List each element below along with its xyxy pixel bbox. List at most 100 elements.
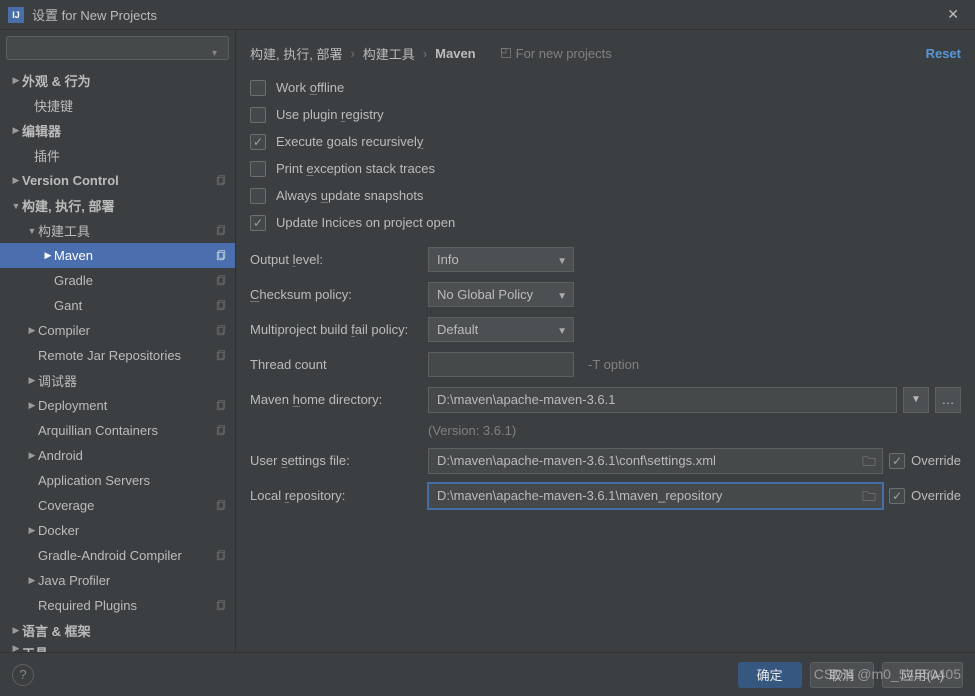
- checksum-policy-select[interactable]: No Global Policy▼: [428, 282, 574, 307]
- search-input[interactable]: [6, 36, 229, 60]
- sidebar-item-label: Remote Jar Repositories: [38, 348, 215, 363]
- maven-home-input[interactable]: D:\maven\apache-maven-3.6.1: [428, 387, 897, 413]
- sidebar-item[interactable]: ▶Android: [0, 443, 235, 468]
- sidebar-item[interactable]: ▶工具: [0, 643, 235, 652]
- sidebar-item[interactable]: ▶Java Profiler: [0, 568, 235, 593]
- folder-icon[interactable]: [862, 454, 876, 468]
- sidebar-item[interactable]: ▶语言 & 框架: [0, 618, 235, 643]
- sidebar-item-label: Java Profiler: [38, 573, 227, 588]
- settings-tree: ▶外观 & 行为快捷键▶编辑器插件▶Version Control▼构建, 执行…: [0, 68, 235, 652]
- chevron-right-icon: ▶: [26, 325, 38, 336]
- sidebar-item-label: 快捷键: [34, 96, 227, 115]
- sidebar-item[interactable]: ▶Deployment: [0, 393, 235, 418]
- checkbox-icon: [250, 161, 266, 177]
- user-settings-input[interactable]: D:\maven\apache-maven-3.6.1\conf\setting…: [428, 448, 883, 474]
- sidebar-item-label: 语言 & 框架: [22, 621, 227, 640]
- checkbox-icon: [889, 488, 905, 504]
- sidebar-item-label: 插件: [34, 146, 227, 165]
- sidebar-item[interactable]: ▶调试器: [0, 368, 235, 393]
- sidebar-item[interactable]: Gradle: [0, 268, 235, 293]
- crumb-2: Maven: [435, 46, 475, 61]
- thread-hint: -T option: [588, 357, 639, 372]
- checkbox-icon: [250, 188, 266, 204]
- crumb-1[interactable]: 构建工具: [363, 44, 415, 63]
- chevron-right-icon: ▶: [26, 375, 38, 386]
- apply-button[interactable]: 应用(A): [882, 662, 963, 688]
- sidebar: ▾ ▶外观 & 行为快捷键▶编辑器插件▶Version Control▼构建, …: [0, 30, 236, 652]
- sidebar-item-label: Deployment: [38, 398, 215, 413]
- maven-home-label: Maven home directory:: [250, 392, 428, 407]
- sidebar-item[interactable]: Remote Jar Repositories: [0, 343, 235, 368]
- ok-button[interactable]: 确定: [738, 662, 802, 688]
- checkbox-icon: [250, 134, 266, 150]
- sidebar-item[interactable]: ▶外观 & 行为: [0, 68, 235, 93]
- use-plugin-registry-checkbox[interactable]: Use plugin registry: [250, 101, 961, 128]
- local-repository-override-checkbox[interactable]: Override: [889, 488, 961, 504]
- multiproject-fail-select[interactable]: Default▼: [428, 317, 574, 342]
- per-project-icon: [215, 425, 227, 437]
- reset-link[interactable]: Reset: [926, 46, 961, 61]
- cancel-button[interactable]: 取消: [810, 662, 874, 688]
- local-repository-input[interactable]: D:\maven\apache-maven-3.6.1\maven_reposi…: [428, 483, 883, 509]
- output-level-select[interactable]: Info▼: [428, 247, 574, 272]
- app-icon: IJ: [8, 7, 24, 23]
- sidebar-item-label: Gradle: [54, 273, 215, 288]
- close-icon[interactable]: ✕: [939, 6, 967, 23]
- sidebar-item-label: Android: [38, 448, 227, 463]
- help-button[interactable]: ?: [12, 664, 34, 686]
- chevron-down-icon: ▼: [557, 326, 567, 337]
- sidebar-item[interactable]: ▶Maven: [0, 243, 235, 268]
- chevron-down-icon: ▼: [26, 226, 38, 236]
- sidebar-item[interactable]: ▶编辑器: [0, 118, 235, 143]
- chevron-right-icon: ▶: [10, 175, 22, 186]
- thread-count-input[interactable]: [428, 352, 574, 377]
- user-settings-override-checkbox[interactable]: Override: [889, 453, 961, 469]
- sidebar-item[interactable]: ▼构建, 执行, 部署: [0, 193, 235, 218]
- maven-home-dropdown-button[interactable]: ▼: [903, 387, 929, 413]
- sidebar-item-label: 工具: [22, 643, 227, 652]
- chevron-down-icon: ▼: [911, 394, 921, 405]
- sidebar-item[interactable]: ▶Version Control: [0, 168, 235, 193]
- thread-count-label: Thread count: [250, 357, 428, 372]
- chevron-right-icon: ▶: [26, 450, 38, 461]
- per-project-icon: [215, 325, 227, 337]
- dialog-footer: ? 确定 取消 应用(A): [0, 652, 975, 696]
- sidebar-item[interactable]: Gant: [0, 293, 235, 318]
- sidebar-item[interactable]: Required Plugins: [0, 593, 235, 618]
- sidebar-item[interactable]: 快捷键: [0, 93, 235, 118]
- folder-icon[interactable]: [862, 489, 876, 503]
- sidebar-item[interactable]: ▼构建工具: [0, 218, 235, 243]
- sidebar-item[interactable]: ▶Compiler: [0, 318, 235, 343]
- sidebar-item[interactable]: Arquillian Containers: [0, 418, 235, 443]
- checkbox-icon: [250, 107, 266, 123]
- checkbox-icon: [250, 215, 266, 231]
- sidebar-item[interactable]: Coverage: [0, 493, 235, 518]
- per-project-icon: [215, 175, 227, 187]
- checksum-policy-label: Checksum policy:: [250, 287, 428, 302]
- sidebar-item[interactable]: ▶Docker: [0, 518, 235, 543]
- main-panel: 构建, 执行, 部署 › 构建工具 › Maven For new projec…: [236, 30, 975, 652]
- sidebar-item-label: 构建, 执行, 部署: [22, 196, 227, 215]
- search-options-icon[interactable]: ▾: [212, 48, 217, 59]
- chevron-right-icon: ▶: [10, 625, 22, 636]
- print-exception-checkbox[interactable]: Print exception stack traces: [250, 155, 961, 182]
- per-project-icon: [215, 400, 227, 412]
- execute-goals-checkbox[interactable]: Execute goals recursively: [250, 128, 961, 155]
- sidebar-item[interactable]: Gradle-Android Compiler: [0, 543, 235, 568]
- chevron-right-icon: ▶: [26, 400, 38, 411]
- maven-home-browse-button[interactable]: …: [935, 387, 961, 413]
- sidebar-item[interactable]: Application Servers: [0, 468, 235, 493]
- update-indices-checkbox[interactable]: Update Incices on project open: [250, 209, 961, 236]
- sidebar-item-label: Arquillian Containers: [38, 423, 215, 438]
- work-offline-checkbox[interactable]: Work offline: [250, 74, 961, 101]
- checkbox-icon: [250, 80, 266, 96]
- per-project-icon: [215, 550, 227, 562]
- crumb-0[interactable]: 构建, 执行, 部署: [250, 44, 342, 63]
- sidebar-item[interactable]: 插件: [0, 143, 235, 168]
- always-update-checkbox[interactable]: Always update snapshots: [250, 182, 961, 209]
- per-project-icon: [215, 600, 227, 612]
- for-new-projects-label: For new projects: [500, 46, 612, 61]
- sidebar-item-label: Gradle-Android Compiler: [38, 548, 215, 563]
- sidebar-item-label: Docker: [38, 523, 227, 538]
- breadcrumb: 构建, 执行, 部署 › 构建工具 › Maven For new projec…: [250, 40, 961, 66]
